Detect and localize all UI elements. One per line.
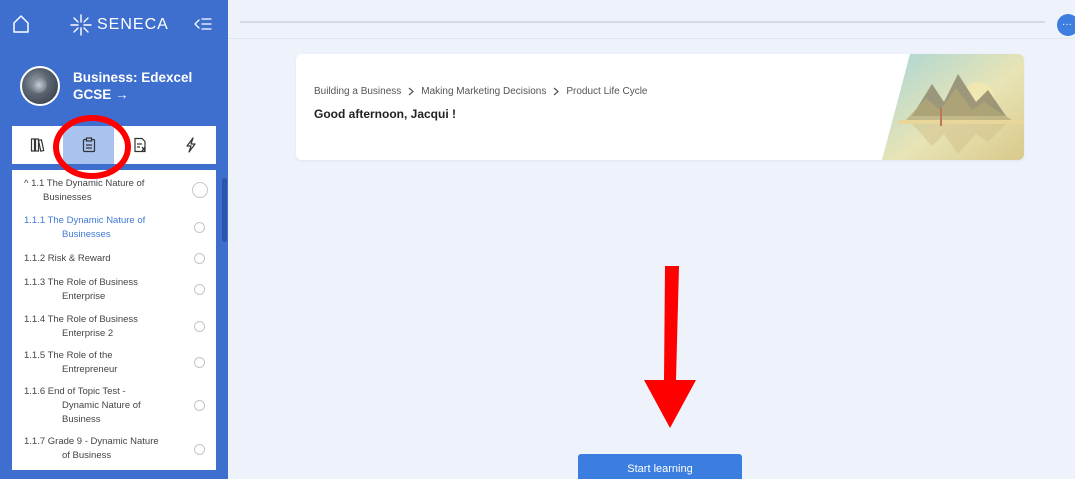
toc-item-1-1-7[interactable]: 1.1.7 Grade 9 - Dynamic Nature of Busine… [12,435,216,465]
greeting-text: Good afternoon, Jacqui ! [314,107,457,121]
sidebar: SENECA Business: Edexcel GCSE → ^ 1.1 Th… [0,0,228,479]
breadcrumb-item[interactable]: Building a Business [314,86,401,97]
seneca-logo-icon [70,14,92,36]
toc-item-label: 1.1.4 The Role of Business [24,314,138,325]
toc-section-1-1[interactable]: ^ 1.1 The Dynamic Nature of Businesses [12,176,216,206]
progress-circle [194,400,205,411]
toc-item-label: 1.1.6 End of Topic Test - [24,386,126,397]
breadcrumb: Building a Business Making Marketing Dec… [314,86,648,97]
toc-item-label: 1.1.7 Grade 9 - Dynamic Nature [24,436,159,447]
breadcrumb-item[interactable]: Making Marketing Decisions [421,86,546,97]
lesson-header-card: Building a Business Making Marketing Dec… [296,54,1024,160]
sidebar-header: SENECA [0,0,228,50]
home-icon[interactable] [12,14,30,34]
more-options-button[interactable]: ··· [1057,14,1075,36]
toc-item-label: Business [62,414,101,425]
progress-circle [194,357,205,368]
exam-icon [133,137,146,153]
toc-item-1-1-2[interactable]: 1.1.2 Risk & Reward [12,252,216,268]
breadcrumb-item[interactable]: Product Life Cycle [566,86,647,97]
lightning-icon [185,137,196,153]
lesson-progress-bar [240,21,1045,23]
toc-item-label: of Business [62,450,112,461]
toc-item-label: Enterprise 2 [62,328,114,339]
toc-item-label: 1.1.2 Risk & Reward [24,253,111,264]
course-avatar [20,66,60,106]
toc-item-1-1-1[interactable]: 1.1.1 The Dynamic Nature of Businesses [12,214,216,244]
toc-item-label: Businesses [43,192,92,203]
chevron-right-icon [408,87,415,96]
toc-item-1-1-4[interactable]: 1.1.4 The Role of Business Enterprise 2 [12,313,216,343]
progress-circle [194,444,205,455]
toc-scrollbar[interactable] [222,178,227,242]
tab-lightning[interactable] [165,126,216,164]
header-divider [228,38,1075,39]
mountain-landscape-illustration [882,54,1024,160]
toc-item-1-1-5[interactable]: 1.1.5 The Role of the Entrepreneur [12,349,216,379]
book-icon [30,138,44,152]
toc-item-1-1-6[interactable]: 1.1.6 End of Topic Test - Dynamic Nature… [12,385,216,429]
red-down-arrow [644,266,696,428]
progress-circle [194,284,205,295]
toc-item-label: 1.1.3 The Role of Business [24,277,138,288]
brand-name: SENECA [97,16,169,33]
toc-item-1-1-3[interactable]: 1.1.3 The Role of Business Enterprise [12,276,216,306]
progress-circle [194,321,205,332]
progress-circle [194,222,205,233]
toc-item-label: 1.1.1 The Dynamic Nature of [24,215,146,226]
progress-circle [194,253,205,264]
course-title[interactable]: Business: Edexcel GCSE → [73,69,223,103]
collapse-sidebar-icon[interactable] [194,16,212,32]
toc-item-label: 1.1.5 The Role of the [24,350,113,361]
course-header[interactable]: Business: Edexcel GCSE → [0,60,228,120]
toc-item-label: Businesses [62,229,111,240]
toc-item-label: Dynamic Nature of [62,400,141,411]
red-highlight-circle [53,115,131,179]
start-learning-button[interactable]: Start learning [578,454,742,479]
progress-circle [192,182,208,198]
chevron-right-icon [553,87,560,96]
table-of-contents: ^ 1.1 The Dynamic Nature of Businesses 1… [12,170,216,470]
toc-item-label: Enterprise [62,291,106,302]
toc-item-label: Entrepreneur [62,364,118,375]
